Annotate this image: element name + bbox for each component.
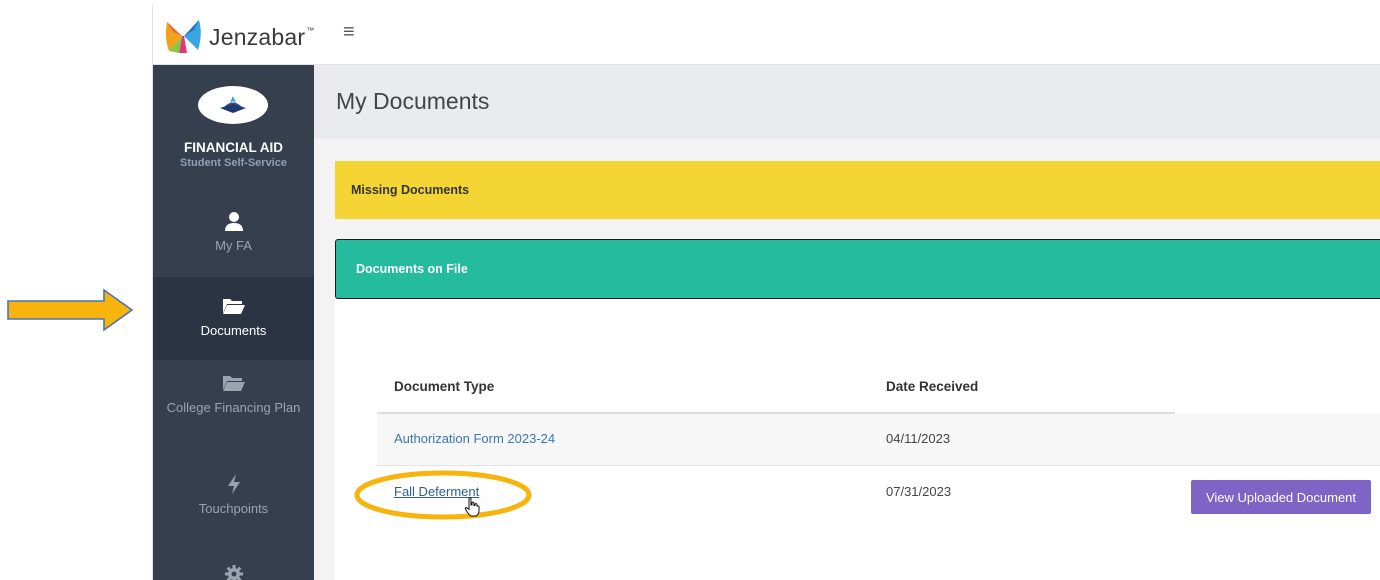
sidebar-item-label: My FA xyxy=(215,238,252,253)
sidebar-item-my-fa[interactable]: My FA xyxy=(153,210,314,280)
missing-documents-panel-header[interactable]: Missing Documents xyxy=(335,161,1380,219)
sidebar-title: FINANCIAL AID xyxy=(184,140,283,155)
folder-open-icon xyxy=(222,376,245,391)
sidebar-item-documents[interactable]: Documents xyxy=(153,277,314,360)
table-row: Authorization Form 2023-24 04/11/2023 xyxy=(377,414,1380,466)
column-header-date-received: Date Received xyxy=(886,379,979,394)
missing-documents-label: Missing Documents xyxy=(351,183,470,197)
sidebar: FINANCIAL AID Student Self-Service My FA… xyxy=(153,65,314,580)
menu-toggle-icon[interactable]: ≡ xyxy=(343,21,355,44)
sidebar-subtitle: Student Self-Service xyxy=(180,157,287,169)
sidebar-item-touchpoints[interactable]: Touchpoints xyxy=(153,473,314,543)
annotation-highlight-ellipse xyxy=(354,470,532,520)
brand-name: Jenzabar™ xyxy=(209,24,315,50)
annotation-arrow xyxy=(7,288,134,332)
top-bar: Jenzabar™ ≡ xyxy=(153,5,1380,65)
page-header: My Documents xyxy=(314,65,1380,139)
app-window: Jenzabar™ ≡ FINANCIAL AID Student Self-S… xyxy=(152,5,1380,580)
sidebar-item-college-financing-plan[interactable]: College Financing Plan xyxy=(153,372,314,452)
hand-pointer-cursor-icon xyxy=(464,497,480,517)
sidebar-item-label: Documents xyxy=(200,323,267,338)
screenshot-stage: Jenzabar™ ≡ FINANCIAL AID Student Self-S… xyxy=(0,0,1380,580)
user-icon xyxy=(224,212,243,231)
documents-on-file-label: Documents on File xyxy=(356,262,468,276)
jenzabar-butterfly-logo xyxy=(165,20,201,53)
folder-open-icon xyxy=(222,299,245,314)
page-title: My Documents xyxy=(336,88,490,114)
sidebar-item-label: Touchpoints xyxy=(198,501,269,516)
documents-on-file-panel-header[interactable]: Documents on File xyxy=(335,239,1380,299)
sidebar-item-label: College Financing Plan xyxy=(166,400,301,415)
documents-on-file-panel: Documents on File Document Type Date Rec… xyxy=(335,239,1380,580)
institution-logo xyxy=(198,86,268,124)
sidebar-item-settings[interactable] xyxy=(153,563,314,580)
gear-icon xyxy=(224,565,243,580)
date-received-cell: 04/11/2023 xyxy=(886,431,951,446)
bolt-icon xyxy=(227,474,240,494)
view-uploaded-document-button[interactable]: View Uploaded Document xyxy=(1191,480,1371,514)
document-link-authorization-form[interactable]: Authorization Form 2023-24 xyxy=(394,431,555,446)
date-received-cell: 07/31/2023 xyxy=(886,484,952,499)
column-header-document-type: Document Type xyxy=(394,379,495,394)
